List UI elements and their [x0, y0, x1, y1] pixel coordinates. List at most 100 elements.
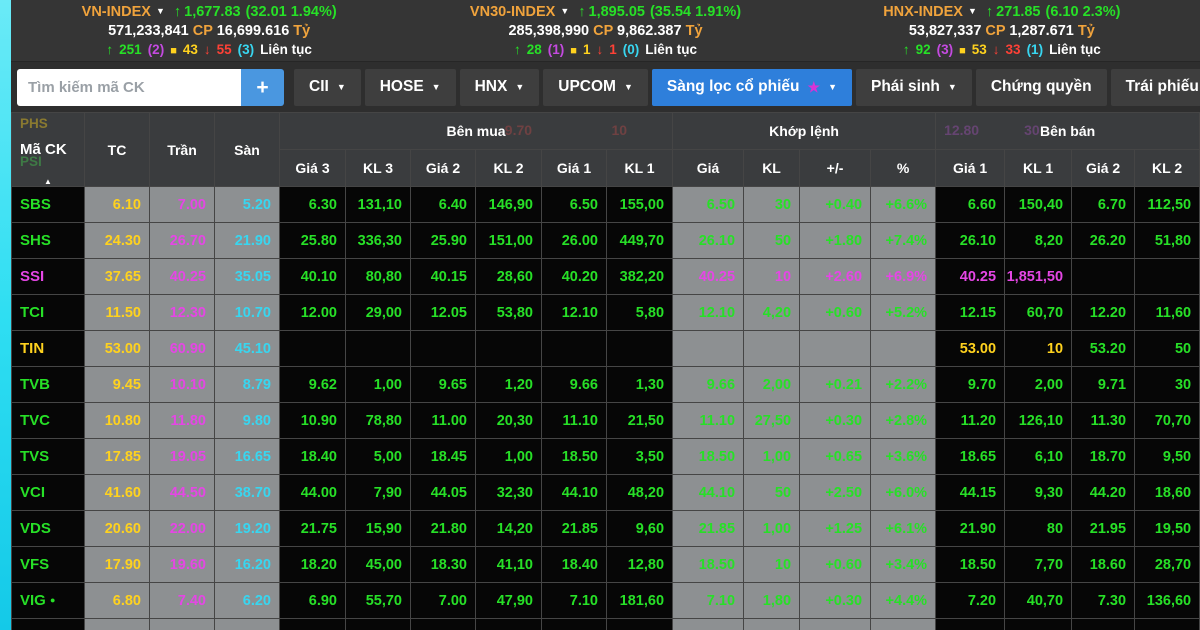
column-header-tc[interactable]: TC — [85, 113, 150, 187]
column-header[interactable]: KL 1 — [1005, 150, 1072, 187]
price-cell: 9.62 — [280, 367, 346, 403]
tran-cell: 26.70 — [150, 223, 215, 259]
tab-sàng-lọc-cổ-phiếu[interactable]: Sàng lọc cổ phiếu★▼ — [652, 69, 852, 106]
column-header-symbol[interactable]: PHS Mã CK PSI ▲ — [12, 113, 85, 187]
price-cell: 112,50 — [1135, 187, 1200, 223]
ticker-cell[interactable]: SHS — [12, 223, 85, 259]
price-cell: 136,60 — [1135, 583, 1200, 619]
stock-trading-board: VN-INDEX▼↑1,677.83(32.01 1.94%) 571,233,… — [0, 0, 1200, 630]
ticker-cell[interactable]: TCI — [12, 295, 85, 331]
left-edge-strip — [0, 0, 11, 630]
column-header-tran[interactable]: Trần — [150, 113, 215, 187]
price-cell: 21.95 — [1072, 511, 1135, 547]
price-cell: 44.20 — [1072, 475, 1135, 511]
ticker-cell[interactable]: SBS — [12, 187, 85, 223]
decliners-arrow-icon: ↓ — [596, 42, 603, 57]
tran-cell: 19.05 — [150, 439, 215, 475]
column-header[interactable]: Giá 2 — [411, 150, 476, 187]
price-cell — [744, 331, 800, 367]
column-header[interactable]: KL — [744, 150, 800, 187]
chevron-down-icon: ▼ — [515, 82, 524, 92]
price-cell — [280, 331, 346, 367]
ticker-cell[interactable]: VIX — [12, 619, 85, 630]
price-cell: 18.60 — [1072, 547, 1135, 583]
index-up-arrow-icon: ↑ — [578, 4, 585, 20]
price-cell: 12.05 — [411, 295, 476, 331]
tab-chứng-quyền[interactable]: Chứng quyền — [976, 69, 1107, 106]
column-header[interactable]: Giá — [673, 150, 744, 187]
price-cell: 40.25 — [936, 259, 1005, 295]
price-cell: 12.00 — [280, 295, 346, 331]
price-cell: 18.50 — [673, 547, 744, 583]
index-card-vn30-index[interactable]: VN30-INDEX▼↑1,895.05(35.54 1.91%) 285,39… — [407, 3, 803, 58]
price-cell: 18,60 — [1135, 475, 1200, 511]
price-cell: 6.70 — [1072, 187, 1135, 223]
price-cell: 18.20 — [280, 547, 346, 583]
tab-hose[interactable]: HOSE▼ — [365, 69, 456, 106]
index-name: VN-INDEX — [82, 4, 151, 20]
column-header[interactable]: KL 3 — [346, 150, 411, 187]
price-cell: 21.80 — [411, 511, 476, 547]
column-header[interactable]: Giá 1 — [542, 150, 607, 187]
ticker-cell[interactable]: SSI — [12, 259, 85, 295]
tab-upcom[interactable]: UPCOM▼ — [543, 69, 648, 106]
price-cell: 27.25 — [936, 619, 1005, 630]
indices-bar: VN-INDEX▼↑1,677.83(32.01 1.94%) 571,233,… — [11, 0, 1200, 62]
chevron-down-icon: ▼ — [337, 82, 346, 92]
column-header[interactable]: % — [871, 150, 936, 187]
column-header[interactable]: KL 2 — [476, 150, 542, 187]
tab-cii[interactable]: CII▼ — [294, 69, 361, 106]
ceiling-count: (2) — [148, 42, 165, 57]
ticker-cell[interactable]: TVB — [12, 367, 85, 403]
table-row: VDS20.6022.0019.2021.7515,9021.8014,2021… — [12, 511, 1200, 547]
add-symbol-button[interactable]: + — [241, 69, 284, 106]
san-cell: 10.70 — [215, 295, 280, 331]
price-cell: 44.05 — [411, 475, 476, 511]
column-header[interactable]: KL 1 — [607, 150, 673, 187]
price-cell: 18.65 — [936, 439, 1005, 475]
decliners-arrow-icon: ↓ — [204, 42, 211, 57]
table-row: TIN53.0060.9045.1053.001053.2050 — [12, 331, 1200, 367]
price-cell — [411, 331, 476, 367]
ticker-cell[interactable]: VIG ● — [12, 583, 85, 619]
price-cell: 9,30 — [1005, 475, 1072, 511]
price-cell: 6.90 — [280, 583, 346, 619]
price-cell: 9.71 — [1072, 367, 1135, 403]
advancers-arrow-icon: ↑ — [514, 42, 521, 57]
ceiling-count: (1) — [548, 42, 565, 57]
tab-trái-phiếu-do[interactable]: Trái phiếu do — [1111, 69, 1200, 106]
star-icon: ★ — [808, 79, 821, 96]
column-header[interactable]: Giá 3 — [280, 150, 346, 187]
price-cell: 11.20 — [936, 403, 1005, 439]
column-header[interactable]: +/- — [800, 150, 871, 187]
price-cell: 27.05 — [411, 619, 476, 630]
index-card-vn-index[interactable]: VN-INDEX▼↑1,677.83(32.01 1.94%) 571,233,… — [11, 3, 407, 58]
ticker-cell[interactable]: TVC — [12, 403, 85, 439]
ticker-cell[interactable]: VCI — [12, 475, 85, 511]
index-value: 1,895.05 — [589, 4, 645, 20]
column-header[interactable]: Giá 2 — [1072, 150, 1135, 187]
ticker-cell[interactable]: VFS — [12, 547, 85, 583]
status-dot-icon: ● — [50, 595, 55, 605]
price-cell: 18.45 — [411, 439, 476, 475]
price-cell: 126,10 — [1005, 403, 1072, 439]
price-cell: 80 — [1005, 511, 1072, 547]
price-cell: 50 — [744, 223, 800, 259]
price-cell: +4.4% — [871, 583, 936, 619]
index-card-hnx-index[interactable]: HNX-INDEX▼↑271.85(6.10 2.3%) 53,827,337 … — [804, 3, 1200, 58]
ticker-cell[interactable]: TVS — [12, 439, 85, 475]
ticker-cell[interactable]: VDS — [12, 511, 85, 547]
column-header-san[interactable]: Sàn — [215, 113, 280, 187]
group-header-row: PHS Mã CK PSI ▲ TC Trần Sàn Bên mua 9.70… — [12, 113, 1200, 150]
price-cell: 14,20 — [476, 511, 542, 547]
san-cell: 6.20 — [215, 583, 280, 619]
chevron-down-icon: ▼ — [968, 6, 977, 16]
ticker-cell[interactable]: TIN — [12, 331, 85, 367]
column-header[interactable]: Giá 1 — [936, 150, 1005, 187]
tab-hnx[interactable]: HNX▼ — [460, 69, 540, 106]
unchanged-square-icon: ■ — [170, 45, 177, 57]
search-input[interactable] — [17, 69, 241, 106]
tc-cell: 6.10 — [85, 187, 150, 223]
tab-phái-sinh[interactable]: Phái sinh▼ — [856, 69, 972, 106]
column-header[interactable]: KL 2 — [1135, 150, 1200, 187]
